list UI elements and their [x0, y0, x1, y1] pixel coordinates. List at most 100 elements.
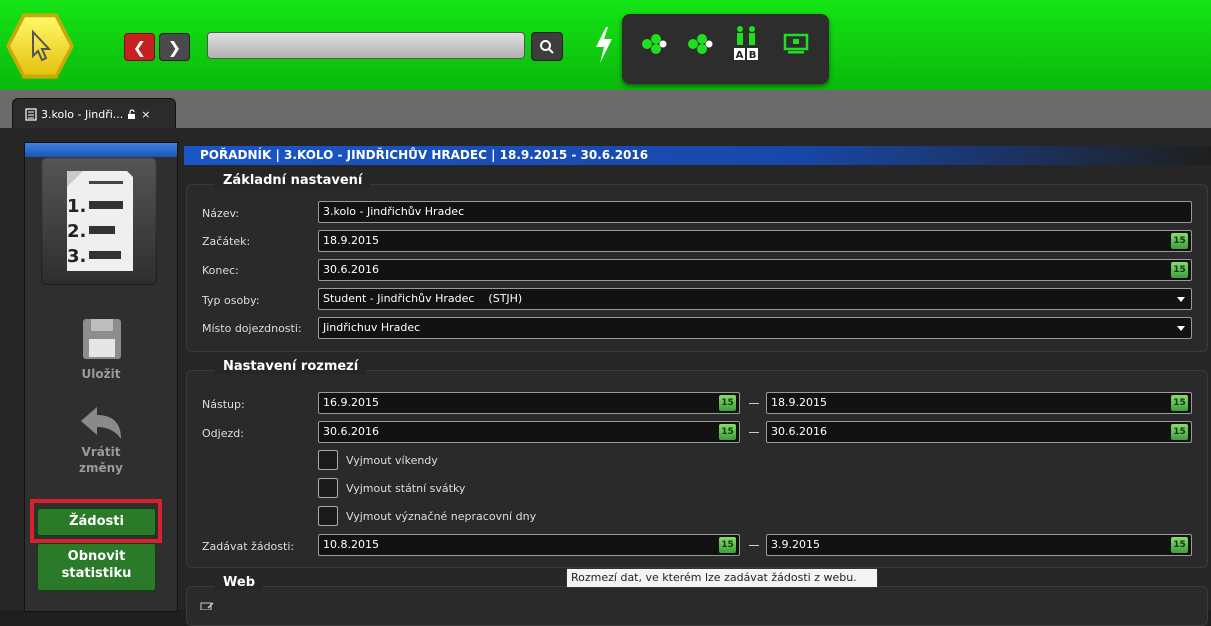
range-dash	[749, 403, 759, 404]
sidebar-top-bar	[25, 143, 177, 157]
web-legend: Web	[215, 575, 263, 590]
list-row-3-number: 3.	[67, 246, 86, 267]
tool-people-ab-button[interactable]: A B	[728, 26, 764, 62]
monitor-icon	[783, 33, 809, 54]
arrival-from-value: 16.9.2015	[323, 396, 379, 409]
range-dash	[749, 545, 759, 546]
hexagon-cluster-icon	[688, 34, 713, 54]
tab-label: 3.kolo - Jindři...	[41, 108, 124, 121]
arrival-label: Nástup:	[202, 398, 245, 411]
requests-from-value: 10.8.2015	[323, 538, 379, 551]
end-label: Konec:	[202, 264, 239, 277]
calendar-icon[interactable]: 15	[1171, 537, 1188, 553]
search-button[interactable]	[531, 32, 563, 61]
name-field[interactable]: 3.kolo - Jindřichův Hradec	[318, 201, 1192, 223]
tool-monitor-button[interactable]	[778, 26, 814, 62]
unlock-icon	[128, 109, 136, 119]
top-toolbar: ❮ ❯ A B	[0, 0, 1211, 90]
calendar-icon[interactable]: 15	[1171, 233, 1188, 249]
requests-from-field[interactable]: 10.8.2015 15	[318, 534, 740, 556]
list-row-1-number: 1.	[67, 196, 86, 217]
arrival-to-field[interactable]: 18.9.2015 15	[766, 392, 1192, 414]
commute-place-value: Jindřichuv Hradec	[323, 321, 421, 334]
people-ab-label-b: B	[749, 50, 757, 61]
departure-from-value: 30.6.2016	[323, 425, 379, 438]
revert-label-line2: změny	[79, 461, 123, 475]
tool-network-button-1[interactable]	[636, 26, 672, 62]
refresh-statistics-button[interactable]: Obnovit statistiku	[37, 543, 156, 591]
web-group: Web	[186, 575, 1208, 626]
calendar-icon[interactable]: 15	[719, 395, 736, 411]
document-icon	[25, 108, 37, 121]
requests-to-value: 3.9.2015	[771, 538, 820, 551]
forward-arrow-icon: ❯	[167, 37, 182, 57]
requests-highlight-frame	[30, 499, 162, 543]
people-ab-icon: A B	[734, 26, 758, 61]
tab-close-icon[interactable]: ×	[141, 108, 150, 121]
search-icon	[540, 39, 554, 54]
range-settings-legend: Nastavení rozmezí	[215, 359, 367, 374]
commute-place-label: Místo dojezdnosti:	[202, 322, 302, 335]
end-value: 30.6.2016	[323, 263, 379, 276]
tool-panel: A B	[622, 14, 829, 84]
arrival-from-field[interactable]: 16.9.2015 15	[318, 392, 740, 414]
chevron-down-icon	[1177, 297, 1185, 302]
requests-period-label: Zadávat žádosti:	[202, 540, 295, 553]
back-button[interactable]: ❮	[124, 33, 155, 61]
ranking-list-icon: 1. 2. 3.	[41, 157, 157, 285]
document-tab[interactable]: 3.kolo - Jindři... ×	[12, 98, 176, 130]
person-type-value: Student - Jindřichův Hradec (STJH)	[323, 292, 523, 305]
floppy-disk-icon	[83, 319, 121, 359]
exclude-nonworking-checkbox[interactable]	[318, 506, 338, 526]
home-hex-button[interactable]	[6, 13, 74, 79]
commute-place-select[interactable]: Jindřichuv Hradec	[318, 317, 1192, 339]
people-ab-label-a: A	[736, 50, 744, 61]
exclude-weekends-label: Vyjmout víkendy	[346, 454, 438, 467]
departure-label: Odjezd:	[202, 427, 244, 440]
start-value: 18.9.2015	[323, 234, 379, 247]
forward-button[interactable]: ❯	[159, 33, 190, 61]
lightning-icon	[596, 27, 612, 63]
list-row-2-number: 2.	[67, 221, 86, 242]
end-date-field[interactable]: 30.6.2016 15	[318, 259, 1192, 281]
departure-from-field[interactable]: 30.6.2016 15	[318, 421, 740, 443]
tool-network-button-2[interactable]	[682, 26, 718, 62]
exclude-holidays-label: Vyjmout státní svátky	[346, 482, 466, 495]
revert-label-line1: Vrátit	[81, 445, 121, 459]
requests-to-field[interactable]: 3.9.2015 15	[766, 534, 1192, 556]
start-label: Začátek:	[202, 235, 251, 248]
tab-bar: 3.kolo - Jindři... ×	[0, 90, 1211, 130]
save-button[interactable]: Uložit	[25, 313, 177, 389]
departure-to-field[interactable]: 30.6.2016 15	[766, 421, 1192, 443]
name-label: Název:	[202, 207, 240, 220]
edit-checkbox-icon[interactable]	[200, 602, 214, 610]
page-title: POŘADNÍK | 3.KOLO - JINDŘICHŮV HRADEC | …	[184, 146, 1211, 165]
person-type-label: Typ osoby:	[202, 294, 260, 307]
cursor-icon	[10, 17, 70, 75]
exclude-nonworking-label: Vyjmout význačné nepracovní dny	[346, 510, 537, 523]
exclude-holidays-checkbox[interactable]	[318, 478, 338, 498]
refresh-label-line2: statistiku	[61, 566, 132, 581]
range-dash	[749, 432, 759, 433]
save-label: Uložit	[81, 367, 121, 381]
departure-to-value: 30.6.2016	[771, 425, 827, 438]
calendar-icon[interactable]: 15	[1171, 262, 1188, 278]
calendar-icon[interactable]: 15	[719, 424, 736, 440]
search-input[interactable]	[207, 32, 525, 59]
name-value: 3.kolo - Jindřichův Hradec	[323, 205, 465, 218]
arrival-to-value: 18.9.2015	[771, 396, 827, 409]
back-arrow-icon: ❮	[132, 37, 147, 57]
undo-arrow-icon	[81, 407, 121, 439]
exclude-weekends-checkbox[interactable]	[318, 450, 338, 470]
start-date-field[interactable]: 18.9.2015 15	[318, 230, 1192, 252]
refresh-label-line1: Obnovit	[67, 549, 126, 564]
person-type-select[interactable]: Student - Jindřichův Hradec (STJH)	[318, 288, 1192, 310]
tooltip: Rozmezí dat, ve kterém lze zadávat žádos…	[566, 568, 878, 588]
chevron-down-icon	[1177, 326, 1185, 331]
calendar-icon[interactable]: 15	[1171, 395, 1188, 411]
calendar-icon[interactable]: 15	[1171, 424, 1188, 440]
basic-settings-legend: Základní nastavení	[215, 173, 371, 188]
hexagon-cluster-icon	[642, 34, 667, 54]
calendar-icon[interactable]: 15	[719, 537, 736, 553]
revert-changes-button[interactable]: Vrátit změny	[25, 401, 177, 491]
